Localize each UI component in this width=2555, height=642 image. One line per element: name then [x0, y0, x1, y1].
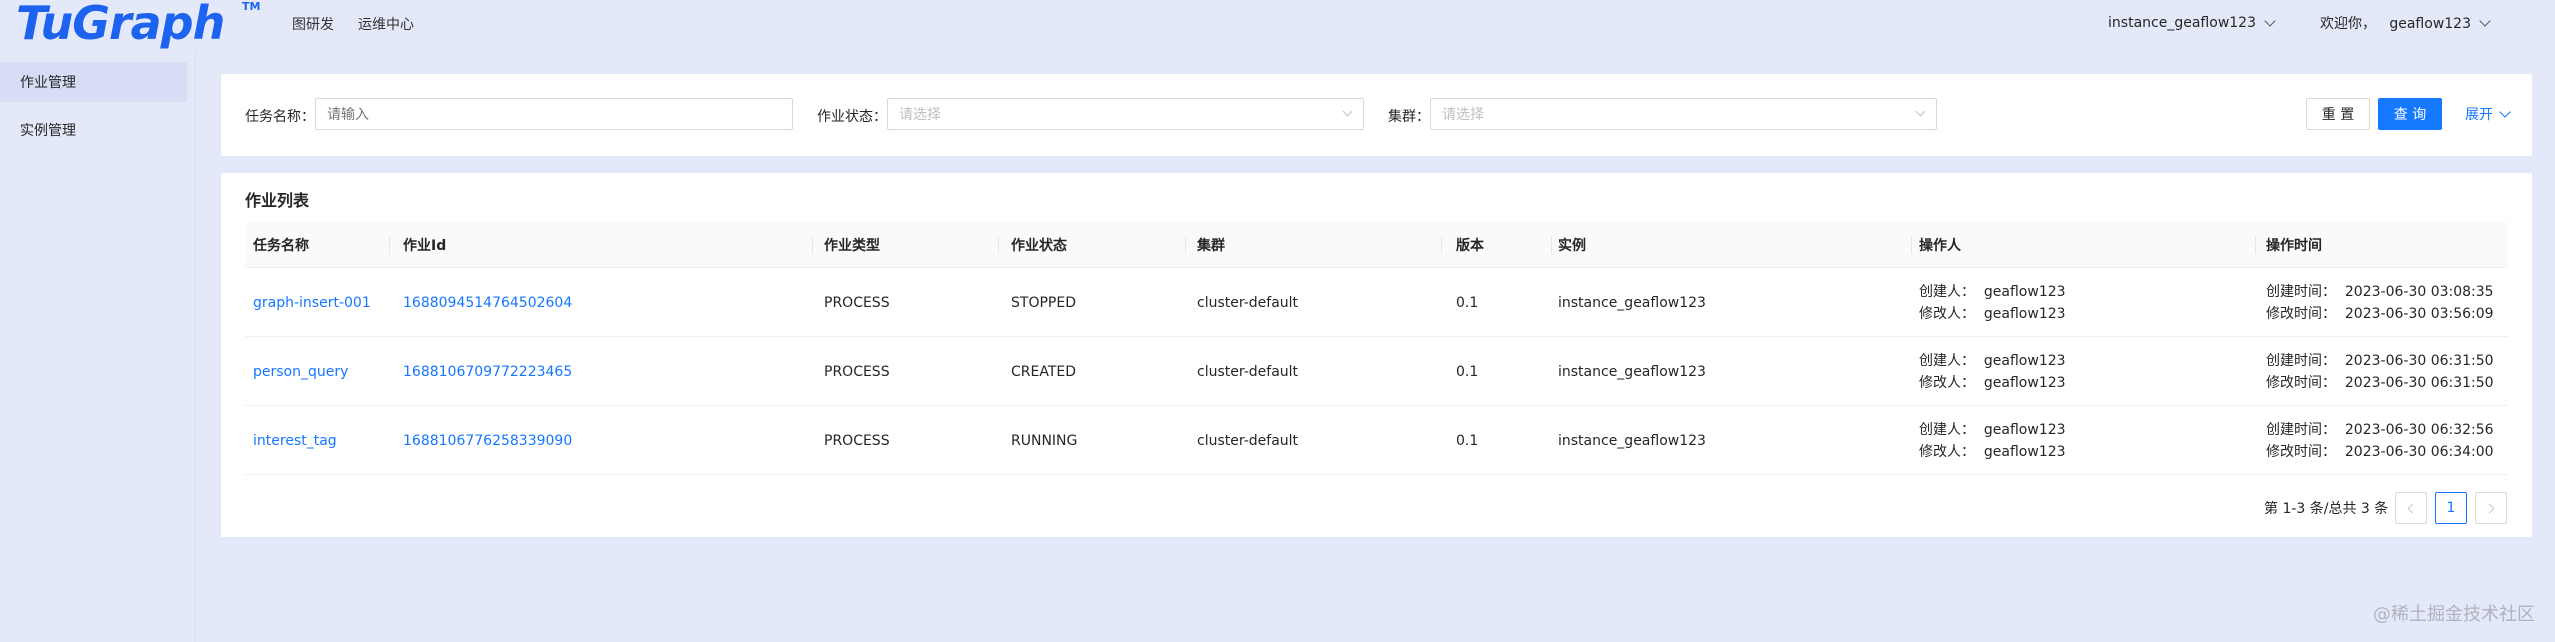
- filter-panel: 任务名称： 作业状态： 请选择 集群： 请选择 重 置 查 询 展开: [221, 74, 2532, 156]
- nav-item-ops-center[interactable]: 运维中心: [358, 14, 414, 34]
- column-header-instance: 实例: [1558, 238, 1586, 254]
- top-nav: 图研发 运维中心: [292, 14, 414, 34]
- cluster-cell: cluster-default: [1197, 432, 1299, 449]
- instance-cell: instance_geaflow123: [1558, 294, 1706, 311]
- column-header-job-status: 作业状态: [1011, 238, 1067, 254]
- job-status-select[interactable]: 请选择: [887, 98, 1364, 130]
- job-status-label: 作业状态：: [817, 109, 887, 125]
- reset-button[interactable]: 重 置: [2306, 98, 2370, 130]
- job-list-panel: 作业列表 任务名称 作业Id 作业类型 作业状态 集群 版本 实例 操作人 操作…: [221, 173, 2532, 537]
- created-time-text: 创建时间： 2023-06-30 03:08:35: [2266, 283, 2494, 300]
- chevron-down-icon: [2264, 14, 2276, 27]
- top-header: TuGraph TM 图研发 运维中心 instance_geaflow123 …: [0, 0, 2555, 50]
- header-right: instance_geaflow123 欢迎你， geaflow123: [2108, 13, 2491, 33]
- pagination-page-button[interactable]: 1: [2435, 492, 2467, 524]
- column-header-cluster: 集群: [1197, 238, 1225, 254]
- pagination-next-button[interactable]: [2475, 492, 2507, 524]
- operation-time-cell: 创建时间： 2023-06-30 06:32:56 修改时间： 2023-06-…: [2266, 406, 2494, 475]
- pagination-prev-button[interactable]: [2395, 492, 2427, 524]
- creator-text: 创建人： geaflow123: [1919, 283, 2066, 300]
- operator-cell: 创建人： geaflow123 修改人： geaflow123: [1919, 406, 2066, 475]
- sidebar: 作业管理 实例管理: [0, 50, 196, 642]
- created-time-text: 创建时间： 2023-06-30 06:31:50: [2266, 352, 2494, 369]
- column-header-job-id: 作业Id: [403, 238, 447, 254]
- task-name-input[interactable]: [315, 98, 793, 130]
- column-header-operator: 操作人: [1919, 238, 1961, 254]
- cluster-cell: cluster-default: [1197, 294, 1299, 311]
- job-id-link[interactable]: 1688106709772223465: [403, 337, 572, 406]
- job-type-cell: PROCESS: [824, 432, 890, 449]
- task-name-link[interactable]: graph-insert-001: [253, 268, 371, 337]
- logo-trademark: TM: [242, 0, 261, 13]
- welcome-user-label: 欢迎你， geaflow123: [2320, 16, 2471, 32]
- creator-text: 创建人： geaflow123: [1919, 352, 2066, 369]
- expand-label: 展开: [2465, 107, 2493, 123]
- modifier-text: 修改人： geaflow123: [1919, 443, 2066, 460]
- chevron-down-icon: [1342, 106, 1353, 117]
- task-name-link[interactable]: person_query: [253, 337, 348, 406]
- operator-cell: 创建人： geaflow123 修改人： geaflow123: [1919, 268, 2066, 337]
- nav-item-graph-dev[interactable]: 图研发: [292, 14, 334, 34]
- instance-dropdown-label: instance_geaflow123: [2108, 15, 2256, 31]
- chevron-down-icon: [2479, 14, 2491, 27]
- job-status-cell: RUNNING: [1011, 432, 1078, 449]
- chevron-left-icon: [2407, 503, 2418, 513]
- panel-title: 作业列表: [245, 191, 310, 210]
- sidebar-item-instance-management[interactable]: 实例管理: [0, 110, 187, 150]
- column-header-task-name: 任务名称: [253, 238, 309, 254]
- cluster-placeholder: 请选择: [1442, 107, 1484, 123]
- instance-cell: instance_geaflow123: [1558, 432, 1706, 449]
- chevron-down-icon: [2499, 105, 2511, 118]
- sidebar-item-label: 实例管理: [20, 123, 76, 139]
- modified-time-text: 修改时间： 2023-06-30 06:34:00: [2266, 443, 2494, 460]
- column-header-operation-time: 操作时间: [2266, 238, 2322, 254]
- watermark: @稀土掘金技术社区: [2373, 604, 2535, 625]
- version-cell: 0.1: [1456, 432, 1479, 449]
- column-header-version: 版本: [1456, 238, 1484, 254]
- operation-time-cell: 创建时间： 2023-06-30 03:08:35 修改时间： 2023-06-…: [2266, 268, 2494, 337]
- version-cell: 0.1: [1456, 363, 1479, 380]
- task-name-link[interactable]: interest_tag: [253, 406, 337, 475]
- job-type-cell: PROCESS: [824, 294, 890, 311]
- operator-cell: 创建人： geaflow123 修改人： geaflow123: [1919, 337, 2066, 406]
- pagination-total: 第 1-3 条/总共 3 条: [2264, 501, 2389, 517]
- cluster-select[interactable]: 请选择: [1430, 98, 1937, 130]
- user-menu-dropdown[interactable]: 欢迎你， geaflow123: [2320, 13, 2491, 33]
- job-id-link[interactable]: 1688106776258339090: [403, 406, 572, 475]
- sidebar-item-job-management[interactable]: 作业管理: [0, 62, 187, 102]
- chevron-right-icon: [2484, 503, 2495, 513]
- cluster-label: 集群：: [1388, 109, 1430, 125]
- query-button[interactable]: 查 询: [2378, 98, 2442, 130]
- task-name-label: 任务名称：: [245, 109, 315, 125]
- creator-text: 创建人： geaflow123: [1919, 421, 2066, 438]
- modified-time-text: 修改时间： 2023-06-30 06:31:50: [2266, 374, 2494, 391]
- table-row: graph-insert-001 1688094514764502604 PRO…: [245, 268, 2508, 337]
- instance-dropdown[interactable]: instance_geaflow123: [2108, 14, 2276, 31]
- chevron-down-icon: [1915, 106, 1926, 117]
- cluster-cell: cluster-default: [1197, 363, 1299, 380]
- table-header: 任务名称 作业Id 作业类型 作业状态 集群 版本 实例 操作人 操作时间: [245, 222, 2508, 268]
- table-row: interest_tag 1688106776258339090 PROCESS…: [245, 406, 2508, 475]
- tugraph-logo[interactable]: TuGraph TM: [16, 0, 266, 50]
- modifier-text: 修改人： geaflow123: [1919, 305, 2066, 322]
- operation-time-cell: 创建时间： 2023-06-30 06:31:50 修改时间： 2023-06-…: [2266, 337, 2494, 406]
- sidebar-item-label: 作业管理: [20, 75, 76, 91]
- job-status-cell: CREATED: [1011, 363, 1077, 380]
- job-id-link[interactable]: 1688094514764502604: [403, 268, 572, 337]
- column-header-job-type: 作业类型: [824, 238, 880, 254]
- job-status-cell: STOPPED: [1011, 294, 1076, 311]
- logo-text: TuGraph: [16, 0, 225, 50]
- instance-cell: instance_geaflow123: [1558, 363, 1706, 380]
- expand-button[interactable]: 展开: [2457, 98, 2517, 130]
- job-type-cell: PROCESS: [824, 363, 890, 380]
- table-row: person_query 1688106709772223465 PROCESS…: [245, 337, 2508, 406]
- job-status-placeholder: 请选择: [899, 107, 941, 123]
- modified-time-text: 修改时间： 2023-06-30 03:56:09: [2266, 305, 2494, 322]
- modifier-text: 修改人： geaflow123: [1919, 374, 2066, 391]
- created-time-text: 创建时间： 2023-06-30 06:32:56: [2266, 421, 2494, 438]
- version-cell: 0.1: [1456, 294, 1479, 311]
